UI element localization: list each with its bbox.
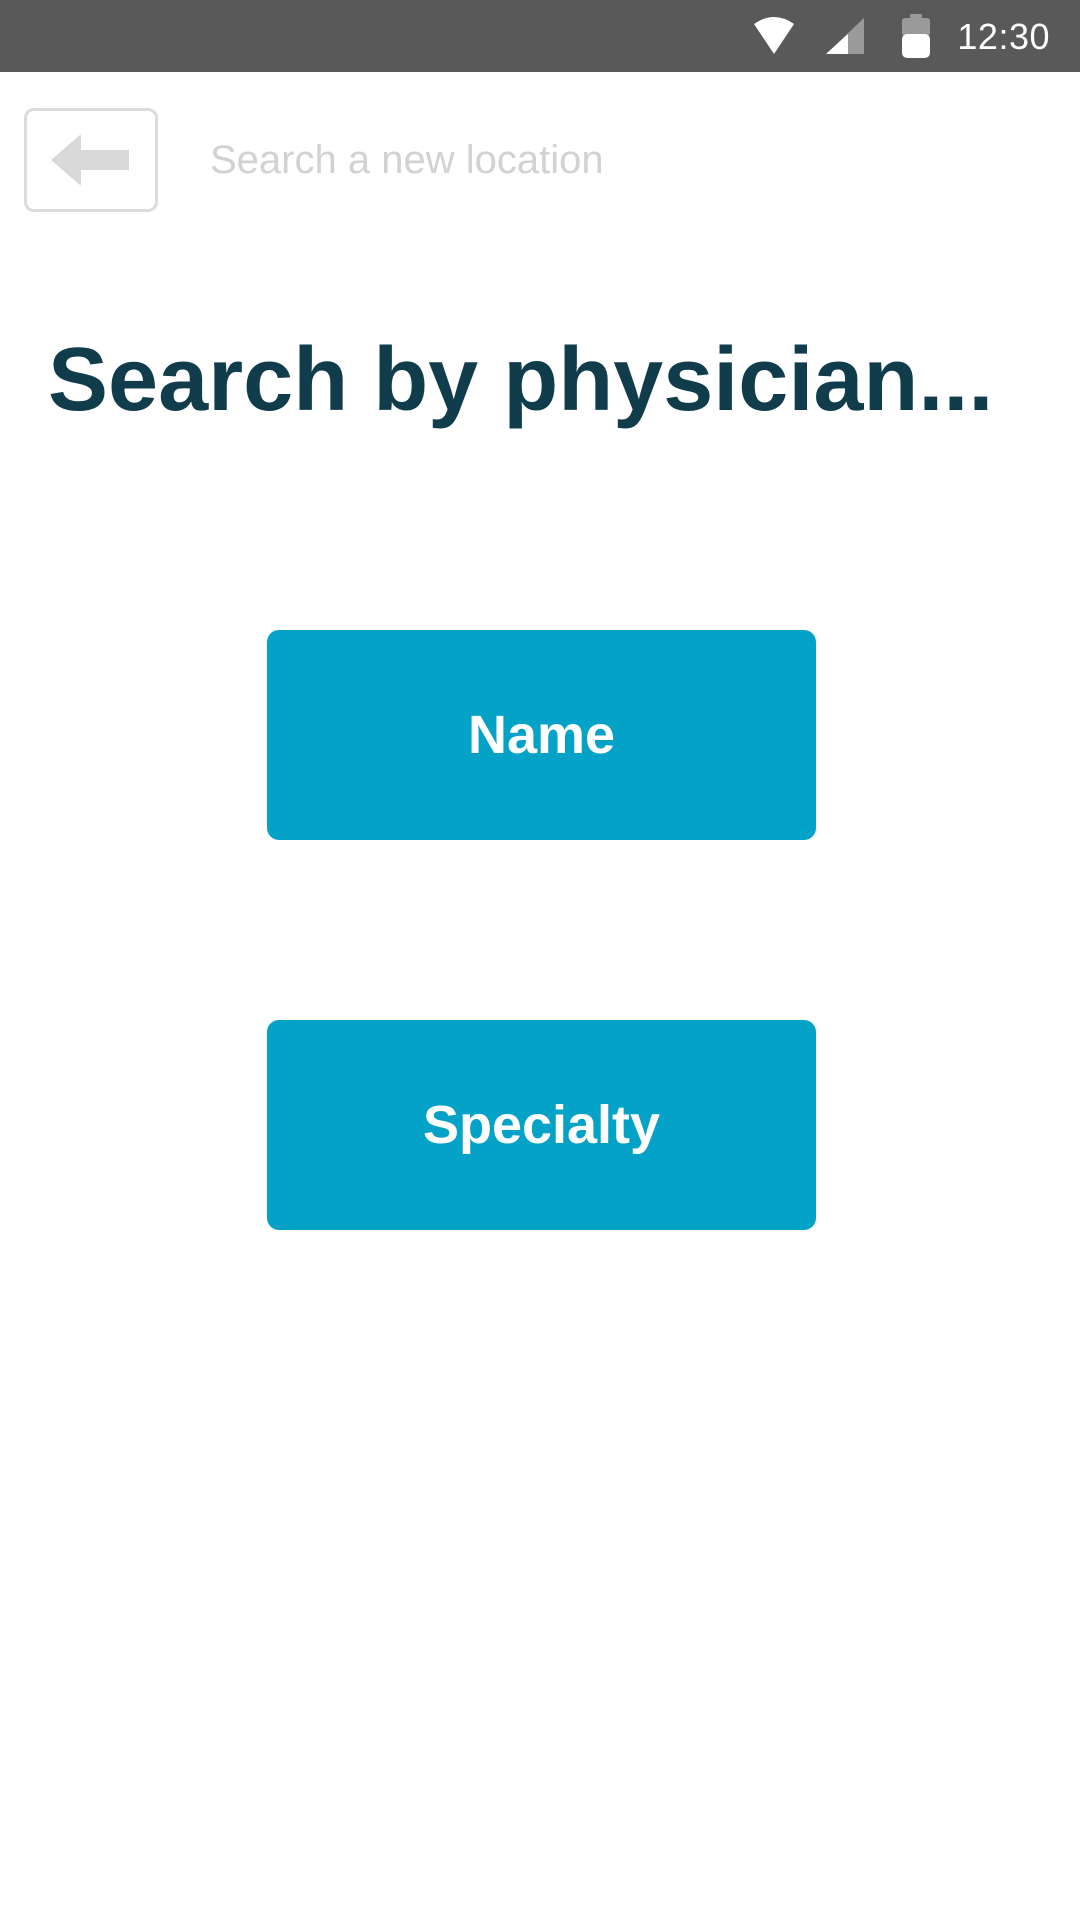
search-by-specialty-button[interactable]: Specialty xyxy=(267,1020,816,1230)
wifi-icon xyxy=(754,17,794,54)
cell-signal-icon xyxy=(826,18,864,54)
status-time: 12:30 xyxy=(957,16,1050,57)
battery-icon xyxy=(902,14,930,58)
page-title: Search by physician... xyxy=(48,330,994,430)
location-search-input[interactable] xyxy=(210,128,1030,192)
status-bar: 12:30 xyxy=(0,0,1080,72)
app-screen: 12:30 Search by physician... Name Specia… xyxy=(0,0,1080,1920)
back-arrow-icon xyxy=(51,134,129,186)
back-button[interactable] xyxy=(24,108,158,212)
search-by-name-button[interactable]: Name xyxy=(267,630,816,840)
